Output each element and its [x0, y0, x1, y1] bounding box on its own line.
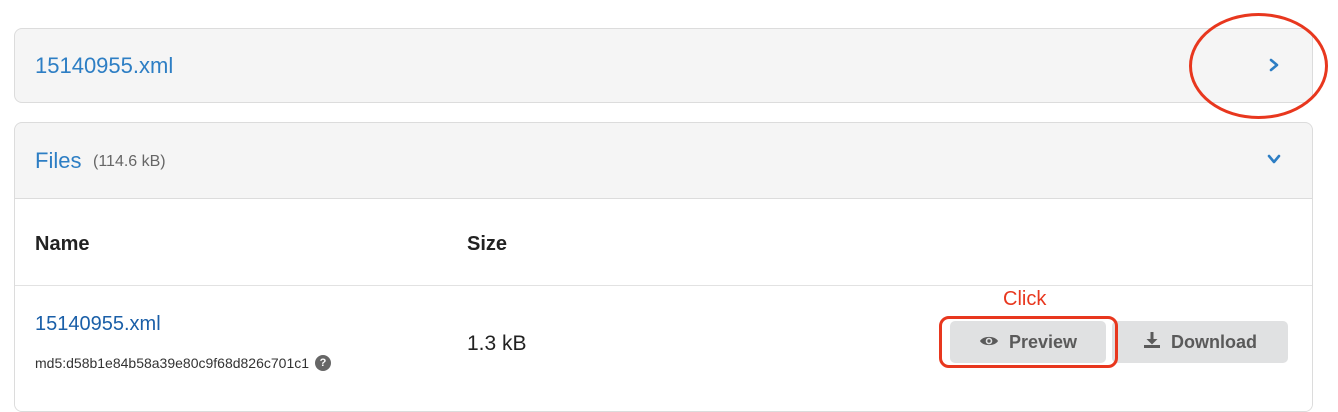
file-name-link[interactable]: 15140955.xml	[35, 313, 161, 336]
column-header-name: Name	[35, 233, 90, 255]
download-label: Download	[1171, 331, 1257, 352]
files-table: Name Size 15140955.xml md5:d58b1e84b58a3…	[15, 199, 1312, 411]
record-title-link[interactable]: 15140955.xml	[35, 53, 173, 79]
annotation-highlight-box	[939, 316, 1118, 368]
chevron-down-icon[interactable]	[1262, 147, 1286, 171]
header-divider	[15, 285, 1312, 286]
files-panel-header[interactable]: Files (114.6 kB)	[15, 123, 1312, 199]
annotation-circle	[1189, 13, 1328, 119]
files-total-size: (114.6 kB)	[93, 153, 166, 170]
annotation-click-label: Click	[1003, 288, 1047, 310]
question-circle-icon[interactable]: ?	[315, 355, 332, 371]
files-panel: Files (114.6 kB) Name Size 15140955.xml …	[14, 122, 1313, 412]
file-md5: md5:d58b1e84b58a39e80c9f68d826c701c1 ?	[35, 355, 332, 371]
download-icon	[1143, 331, 1161, 354]
column-header-size: Size	[467, 233, 508, 255]
file-size: 1.3 kB	[467, 332, 527, 355]
md5-text: md5:d58b1e84b58a39e80c9f68d826c701c1	[35, 355, 310, 371]
record-panel: 15140955.xml	[14, 28, 1313, 103]
download-button[interactable]: Download	[1112, 321, 1288, 363]
files-title-link[interactable]: Files	[35, 148, 81, 174]
